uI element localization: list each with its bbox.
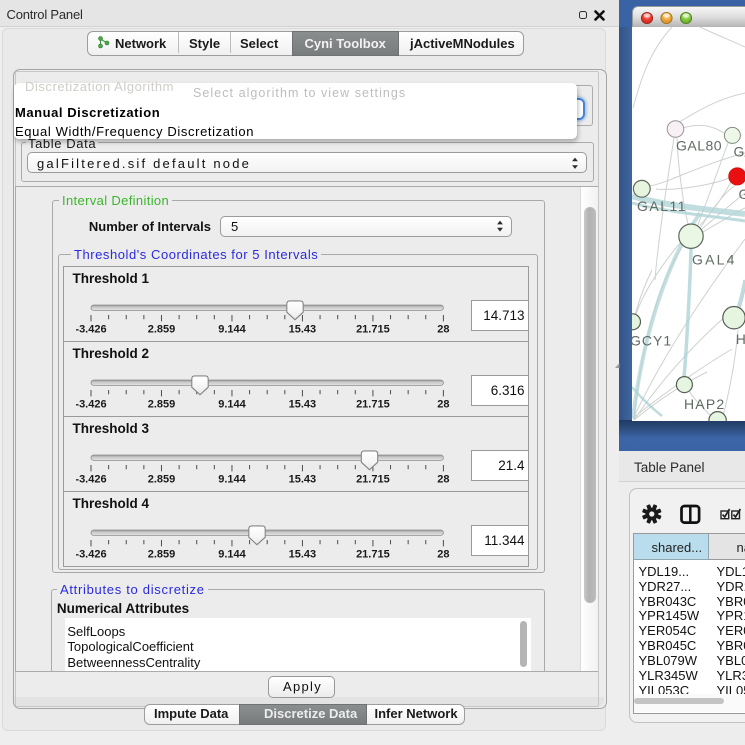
svg-text:9.144: 9.144 [218, 474, 246, 486]
svg-text:GAL1: GAL1 [734, 144, 745, 160]
svg-text:GAL4: GAL4 [692, 252, 737, 268]
svg-text:2.859: 2.859 [148, 474, 176, 486]
svg-text:9.144: 9.144 [218, 549, 246, 561]
svg-text:9.144: 9.144 [218, 324, 246, 336]
svg-text:GAL11: GAL11 [637, 198, 687, 214]
svg-text:GCY1: GCY1 [632, 332, 672, 348]
svg-text:15.43: 15.43 [289, 549, 317, 561]
svg-text:-3.426: -3.426 [76, 549, 107, 561]
svg-text:HAP2: HAP2 [684, 396, 725, 412]
svg-text:28: 28 [437, 399, 449, 411]
svg-text:21.715: 21.715 [356, 324, 390, 336]
svg-text:15.43: 15.43 [289, 399, 317, 411]
svg-text:2.859: 2.859 [148, 549, 176, 561]
svg-text:GAL: GAL [739, 186, 745, 202]
svg-text:-3.426: -3.426 [76, 474, 107, 486]
svg-text:2.859: 2.859 [148, 399, 176, 411]
svg-text:28: 28 [437, 474, 449, 486]
svg-text:GAL80: GAL80 [676, 138, 722, 154]
svg-text:28: 28 [437, 549, 449, 561]
svg-text:21.715: 21.715 [356, 549, 390, 561]
svg-text:9.144: 9.144 [218, 399, 246, 411]
svg-text:HIS4: HIS4 [736, 331, 745, 347]
svg-text:2.859: 2.859 [148, 324, 176, 336]
svg-text:28: 28 [437, 324, 449, 336]
svg-text:21.715: 21.715 [356, 399, 390, 411]
svg-text:-3.426: -3.426 [76, 324, 107, 336]
svg-text:15.43: 15.43 [289, 474, 317, 486]
svg-text:15.43: 15.43 [289, 324, 317, 336]
svg-text:-3.426: -3.426 [76, 399, 107, 411]
svg-text:21.715: 21.715 [356, 474, 390, 486]
